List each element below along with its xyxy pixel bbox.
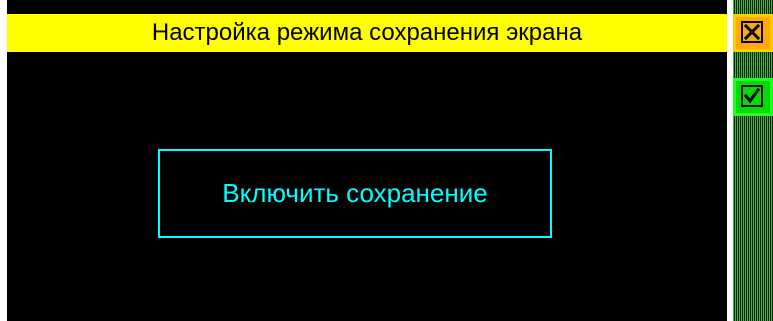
- side-panel: [733, 0, 773, 321]
- close-button[interactable]: [733, 14, 773, 52]
- page-title: Настройка режима сохранения экрана: [151, 19, 583, 46]
- title-bar: Настройка режима сохранения экрана: [7, 14, 727, 52]
- screensaver-settings-screen: Настройка режима сохранения экрана Включ…: [7, 0, 727, 321]
- checkmark-icon: [741, 85, 763, 107]
- close-icon: [741, 21, 763, 43]
- enable-screensaver-button[interactable]: Включить сохранение: [158, 149, 552, 238]
- confirm-button[interactable]: [733, 78, 773, 116]
